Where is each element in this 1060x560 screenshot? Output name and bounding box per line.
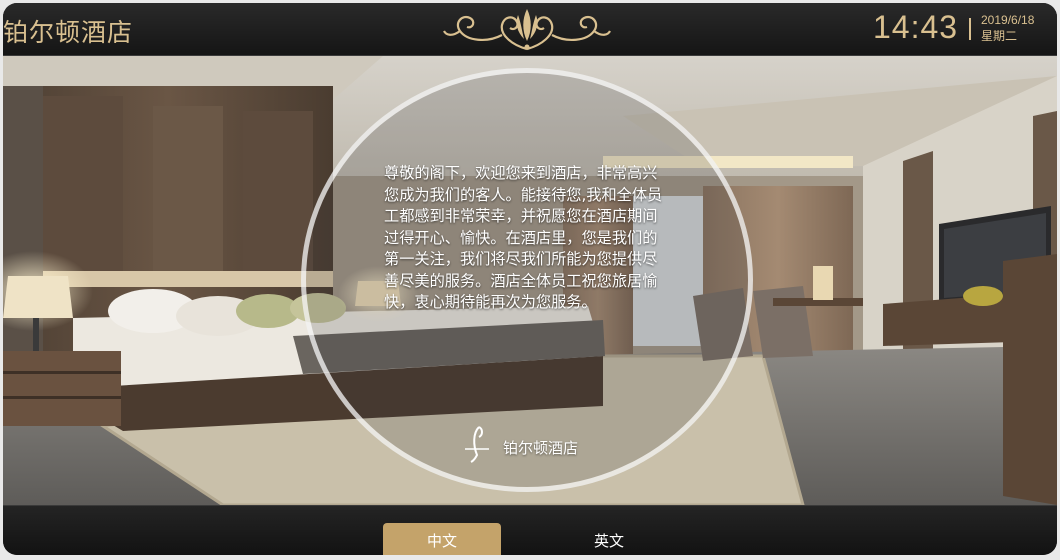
- hotel-swan-logo-icon: [465, 426, 489, 463]
- chinese-language-button[interactable]: 中文: [383, 523, 501, 555]
- header-divider: [969, 18, 971, 40]
- weekday-label: 星期二: [981, 29, 1018, 43]
- english-language-button[interactable]: 英文: [550, 523, 668, 555]
- ornament-icon: [443, 9, 611, 51]
- welcome-message: 尊敬的阁下，欢迎您来到酒店，非常高兴您成为我们的客人。能接待您,我和全体员工都感…: [384, 164, 663, 311]
- tv-screen: 铂尔顿酒店 14:43 2019/6/18 星期二 尊敬的阁下，欢迎您来到酒店，…: [3, 3, 1057, 555]
- clock-time: 14:43: [873, 9, 959, 45]
- date-label: 2019/6/18: [981, 13, 1035, 27]
- top-bar: 铂尔顿酒店 14:43 2019/6/18 星期二: [3, 3, 1057, 56]
- brand-name: 铂尔顿酒店: [503, 439, 579, 457]
- language-bar: 中文 英文: [3, 505, 1057, 555]
- hotel-name: 铂尔顿酒店: [3, 18, 134, 47]
